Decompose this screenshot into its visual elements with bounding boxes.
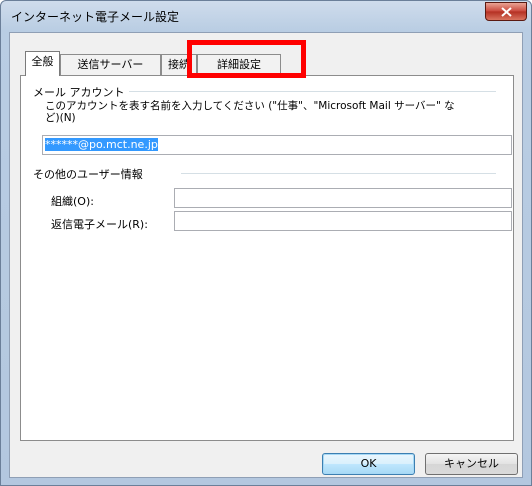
tab-general-label: 全般: [31, 55, 54, 68]
tab-general[interactable]: 全般: [25, 51, 60, 76]
organization-label: 組織(O):: [51, 195, 94, 208]
organization-input[interactable]: [174, 188, 512, 208]
close-icon: [500, 6, 512, 17]
reply-email-label: 返信電子メール(R):: [51, 218, 148, 231]
ok-button[interactable]: OK: [322, 453, 415, 475]
title-bar[interactable]: インターネット電子メール設定: [1, 1, 531, 31]
user-info-divider: [181, 173, 496, 174]
advanced-tab-highlight-box: [187, 40, 306, 78]
mail-account-divider: [103, 91, 496, 92]
tab-outgoing-server[interactable]: 送信サーバー: [60, 54, 161, 76]
reply-email-input[interactable]: [174, 211, 512, 231]
window-title: インターネット電子メール設定: [11, 10, 180, 24]
account-name-description: このアカウントを表す名前を入力してください ("仕事"、"Microsoft M…: [45, 100, 455, 112]
account-name-description-cont: ど)(N): [45, 112, 76, 124]
account-name-value: ******@po.mct.ne.jp: [45, 138, 158, 151]
mail-account-group-label: メール アカウント: [33, 84, 129, 100]
tab-outgoing-server-label: 送信サーバー: [77, 58, 144, 71]
user-info-group-label: その他のユーザー情報: [33, 166, 147, 182]
cancel-button-label: キャンセル: [444, 457, 499, 470]
general-tab-panel: メール アカウント このアカウントを表す名前を入力してください ("仕事"、"M…: [20, 75, 514, 441]
account-name-input[interactable]: ******@po.mct.ne.jp: [42, 135, 512, 155]
cancel-button[interactable]: キャンセル: [425, 453, 518, 475]
close-button[interactable]: [485, 2, 527, 21]
ok-button-label: OK: [360, 457, 377, 470]
